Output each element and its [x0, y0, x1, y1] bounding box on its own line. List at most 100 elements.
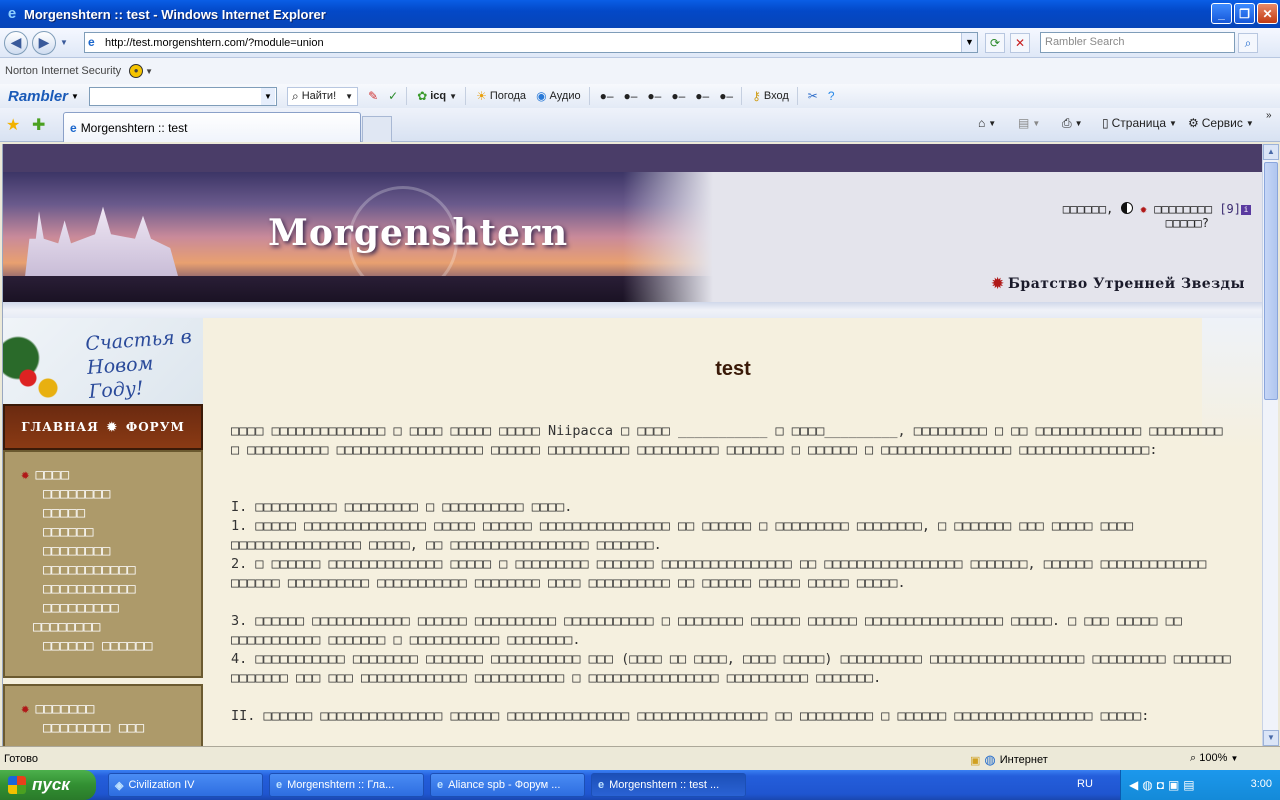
nav-forum-link[interactable]: ФОРУМ — [126, 420, 185, 434]
chat-icon[interactable]: ●– — [600, 89, 614, 103]
security-zone[interactable]: ▣ ◍ Интернет — [970, 752, 1048, 768]
new-year-banner: Счастья в Новом Году! — [3, 318, 203, 404]
home-icon[interactable]: ⌂ ▼ — [978, 116, 996, 130]
url-dropdown-icon[interactable]: ▼ — [961, 33, 977, 52]
print-icon[interactable]: ⎙ ▼ — [1062, 116, 1083, 131]
window-title: Morgenshtern :: test - Windows Internet … — [24, 6, 326, 22]
norton-gear-icon[interactable]: ● — [129, 64, 144, 78]
scroll-thumb[interactable] — [1264, 162, 1278, 400]
sidebar-item[interactable]: □□□□□□□□ □□□ — [5, 719, 201, 738]
vertical-scrollbar[interactable]: ▲ ▼ — [1262, 144, 1279, 746]
separator — [465, 87, 467, 105]
settings-icon[interactable]: ✂ — [808, 89, 818, 103]
scroll-up-icon[interactable]: ▲ — [1263, 144, 1279, 160]
sidebar-item[interactable]: □□□□□□□□□□□ — [5, 561, 201, 580]
tab-bar: ★ ✚ e Morgenshtern :: test ⌂ ▼ ▤ ▼ ⎙ ▼ ▯… — [0, 108, 1280, 142]
logout-link[interactable]: □□□□□? — [1063, 216, 1209, 230]
start-button[interactable]: пуск — [0, 770, 96, 800]
add-favorite-icon[interactable]: ✚ — [32, 115, 45, 135]
weather-button[interactable]: ☀ Погода — [476, 89, 526, 103]
main-content: □□□□ □□□□□□□□□□□□□□ □ □□□□ □□□□□ □□□□□ N… — [231, 318, 1241, 746]
user-name-link[interactable]: □□□□□□□□ — [1154, 202, 1212, 216]
maximize-button[interactable]: ❐ — [1234, 3, 1255, 24]
rambler-search-input[interactable] — [88, 86, 277, 106]
taskbar-item[interactable]: e Morgenshtern :: Гла... — [269, 773, 424, 797]
sidebar-item[interactable]: □□□□□□□□□□□ — [5, 580, 201, 599]
minimize-button[interactable]: _ — [1211, 3, 1232, 24]
greeting-text: □□□□□□, — [1062, 202, 1114, 216]
back-button[interactable]: ◀ — [4, 30, 28, 55]
taskbar-item[interactable]: e Aliance spb - Форум ... — [430, 773, 585, 797]
highlight-icon[interactable]: ✎ — [368, 89, 378, 103]
nav-main-link[interactable]: ГЛАВНАЯ — [21, 420, 99, 434]
sidebar-item[interactable]: □□□□□□□□□ — [5, 599, 201, 618]
feeds-icon[interactable]: ▤ ▼ — [1018, 116, 1040, 130]
header-separator — [3, 302, 1262, 318]
messages-icon[interactable]: ●– — [671, 89, 685, 103]
tools-menu[interactable]: ⚙ Сервис ▼ — [1188, 116, 1254, 130]
sidebar-item-label: □□□□ — [35, 467, 70, 483]
audio-button[interactable]: ◉ Аудио — [536, 89, 581, 103]
tab-morgenshtern-test[interactable]: e Morgenshtern :: test — [63, 112, 361, 142]
banner-fade — [623, 172, 713, 302]
history-dropdown-icon[interactable]: ▼ — [60, 38, 68, 47]
user-icon[interactable]: ●– — [624, 89, 638, 103]
chevron-right-icon[interactable]: » — [1266, 110, 1272, 121]
icq-button[interactable]: ✿ icq ▼ — [417, 89, 457, 103]
sidebar-item[interactable]: □□□□□□□□ — [5, 542, 201, 561]
info-icon[interactable]: i — [1241, 205, 1251, 215]
page-icon-small: ▯ — [1102, 116, 1109, 130]
favorites-star-icon[interactable]: ★ — [6, 115, 20, 135]
rambler-logo[interactable]: Rambler — [8, 88, 68, 105]
sidebar-menu-panel: ✹ □□□□ □□□□□□□□ □□□□□ □□□□□□ □□□□□□□□ □□□… — [3, 450, 203, 678]
sidebar-item[interactable]: □□□□□□□□ — [5, 618, 201, 637]
ie-icon: e — [7, 5, 17, 22]
stop-button[interactable]: ✕ — [1010, 33, 1030, 53]
refresh-button[interactable]: ⟳ — [985, 33, 1005, 53]
language-indicator[interactable]: RU — [1077, 778, 1093, 790]
status-bar: Готово ▣ ◍ Интернет ⌕ 100% ▼ — [0, 746, 1280, 770]
search-icon[interactable]: ⌕ — [1238, 33, 1258, 53]
section-heading: I. □□□□□□□□□□ □□□□□□□□□ □ □□□□□□□□□□ □□□… — [231, 499, 573, 515]
login-label: Вход — [763, 90, 789, 102]
login-button[interactable]: ⚷ Вход — [752, 89, 789, 103]
weather-label: Погода — [489, 90, 527, 102]
site-logo[interactable]: Morgenshtern — [268, 212, 568, 254]
banner-ground — [3, 276, 713, 302]
sidebar-menu-heading[interactable]: ✹ □□□□□□□ — [5, 700, 201, 719]
new-year-line2: Новом Году! — [86, 352, 155, 403]
find-dropdown-icon[interactable]: ▼ — [345, 92, 353, 101]
close-button[interactable]: ✕ — [1257, 3, 1278, 24]
sidebar-item[interactable]: □□□□□□□□ — [5, 485, 201, 504]
find-button[interactable]: ⌕ Найти! ▼ — [286, 86, 359, 106]
audio-icon: ◉ — [536, 89, 547, 103]
spellcheck-icon[interactable]: ✓ — [388, 89, 398, 103]
norton-dropdown-icon[interactable]: ▼ — [145, 67, 153, 76]
icq-dropdown-icon[interactable]: ▼ — [449, 92, 457, 101]
search-input[interactable]: Rambler Search — [1040, 32, 1235, 53]
sidebar-item[interactable]: □□□□□ — [5, 504, 201, 523]
url-input[interactable]: e http://test.morgenshtern.com/?module=u… — [84, 32, 978, 53]
games-icon[interactable]: ●– — [719, 89, 733, 103]
rambler-menu-icon[interactable]: ▼ — [71, 92, 79, 101]
page-menu[interactable]: ▯ Страница ▼ — [1102, 116, 1177, 130]
sidebar-item[interactable]: □□□□□□ □□□□□□ — [5, 637, 201, 656]
tools-dropdown-icon: ▼ — [1245, 118, 1254, 128]
tray-icons[interactable]: ◀◍◘▣▤ — [1129, 778, 1199, 792]
photo-icon[interactable]: ●– — [695, 89, 709, 103]
civ-icon: ◈ — [115, 779, 124, 792]
zoom-control[interactable]: ⌕ 100% ▼ — [1190, 752, 1238, 765]
sidebar-menu-heading[interactable]: ✹ □□□□ — [5, 466, 201, 485]
taskbar-item-active[interactable]: e Morgenshtern :: test ... — [591, 773, 746, 797]
user-greeting: □□□□□□, ✹ □□□□□□□□ [9] i □□□□□? — [1063, 202, 1251, 230]
message-count[interactable]: [9] — [1219, 202, 1241, 216]
taskbar-item[interactable]: ◈ Civilization IV — [108, 773, 263, 797]
scroll-down-icon[interactable]: ▼ — [1263, 730, 1279, 746]
page-dropdown-icon: ▼ — [1169, 118, 1177, 128]
mail-icon[interactable]: ●– — [647, 89, 661, 103]
help-icon[interactable]: ? — [828, 89, 835, 103]
separator — [588, 87, 590, 105]
sidebar-item[interactable]: □□□□□□ — [5, 523, 201, 542]
new-tab-button[interactable] — [362, 116, 392, 142]
forward-button[interactable]: ▶ — [32, 30, 56, 55]
